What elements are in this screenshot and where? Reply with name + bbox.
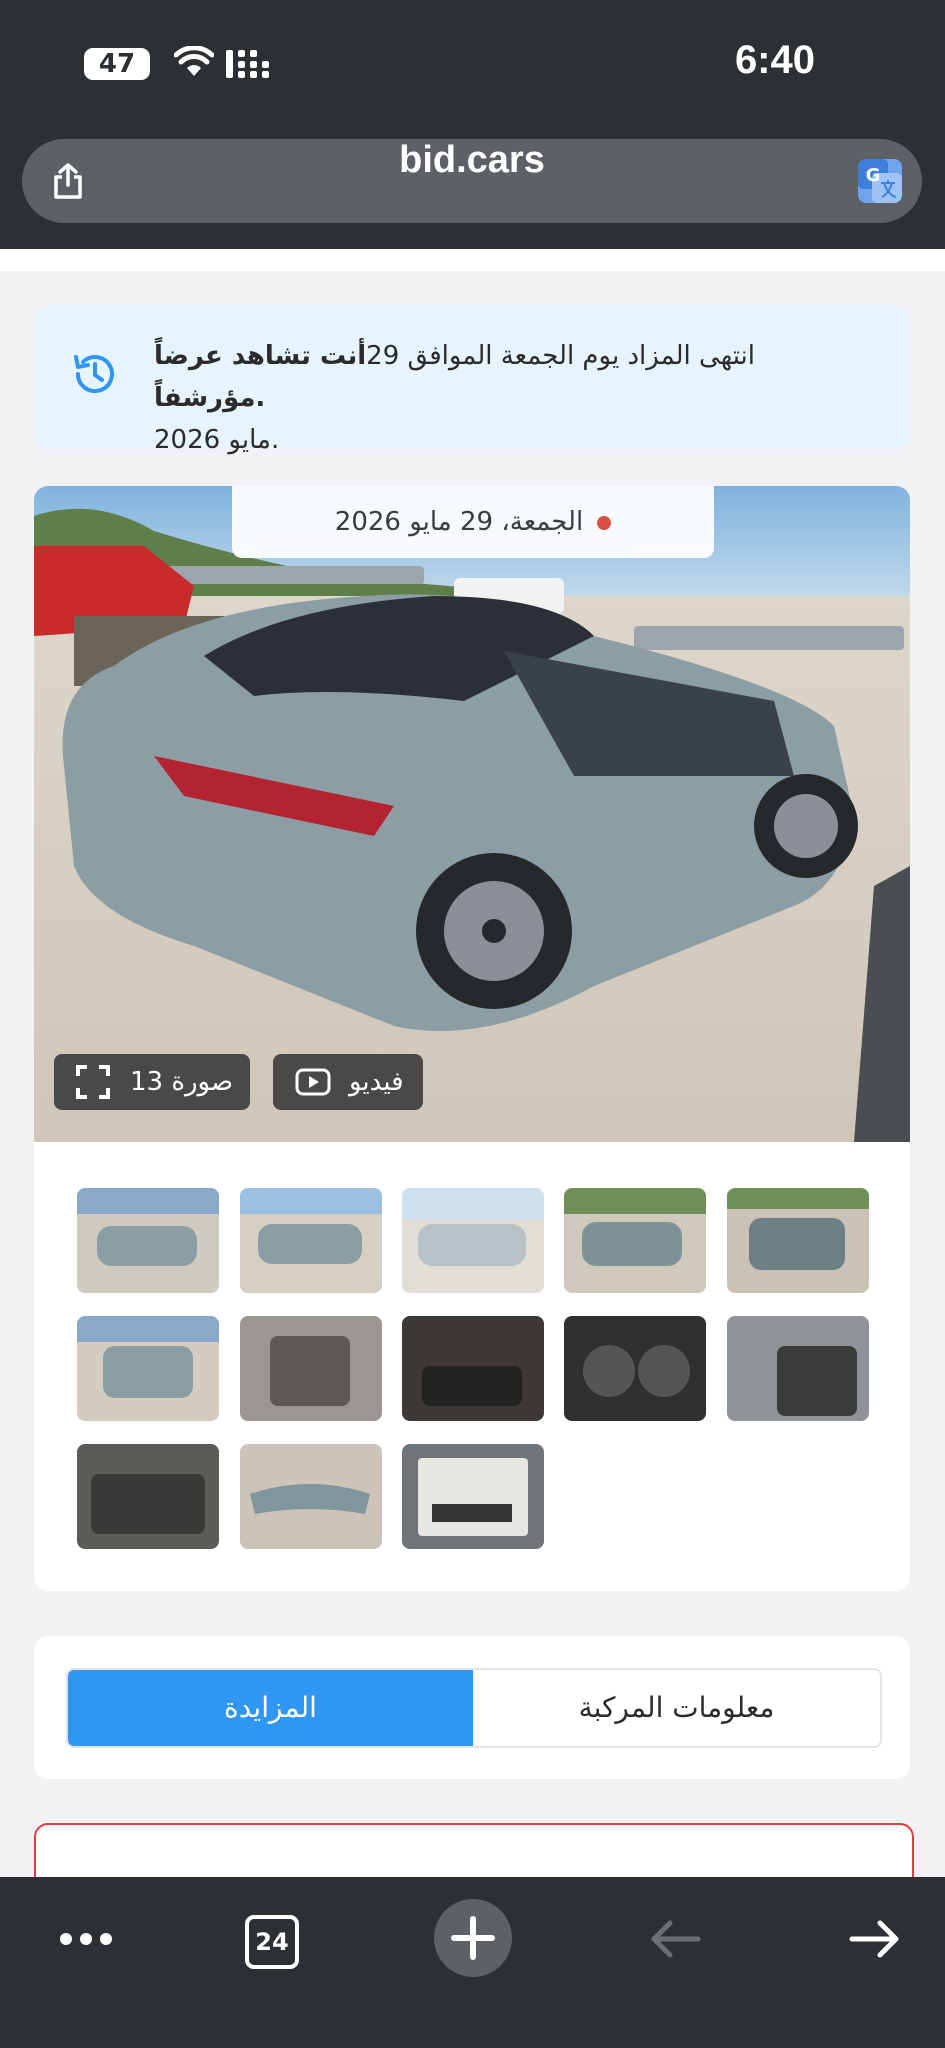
tab-auction[interactable]: المزايدة [68,1670,473,1746]
tab-vehicle-info[interactable]: معلومات المركبة [473,1670,880,1746]
thumbnail-image [103,1346,193,1398]
site-header-edge [0,249,945,271]
tabs-card: المزايدة معلومات المركبة [34,1636,910,1779]
play-icon [295,1068,331,1096]
photos-count-label: 13 صورة [130,1067,234,1097]
notice-text-part-2: مايو 2026. [154,425,280,455]
thumbnail-image [91,1474,205,1534]
thumbnail-image [270,1336,350,1406]
thumbnail-image [97,1226,197,1266]
photos-count-button[interactable]: 13 صورة [54,1054,250,1110]
svg-text:G: G [866,165,881,186]
fullscreen-icon [76,1065,110,1099]
thumbnail-image [250,1484,370,1514]
clock: 6:40 [734,38,815,82]
thumbnail[interactable] [727,1316,869,1421]
thumbnail[interactable] [564,1188,706,1293]
plus-icon [451,1916,495,1960]
thumbnail[interactable] [564,1316,706,1421]
thumbnail-image [418,1458,528,1536]
thumbnail[interactable] [402,1188,544,1293]
browser-header: bid.cars G [0,125,945,249]
wifi-icon [174,46,214,76]
video-button[interactable]: فيديو [273,1054,423,1110]
thumbnail-image [583,1345,690,1397]
thumbnail-image [582,1222,682,1266]
url-text: bid.cars [399,139,545,181]
thumbnail[interactable] [77,1316,219,1421]
video-label: فيديو [349,1067,404,1097]
auction-date-text: الجمعة، 29 مايو 2026 [334,507,584,537]
status-dot-icon [597,515,612,530]
main-vehicle-photo[interactable]: الجمعة، 29 مايو 2026 13 صورة فيديو [34,486,910,1142]
thumbnail[interactable] [77,1444,219,1549]
tabs-button[interactable]: 24 [245,1915,299,1969]
history-icon [74,355,114,394]
more-icon[interactable] [58,1923,114,1955]
thumbnail-image [258,1224,362,1264]
thumbnail[interactable] [77,1188,219,1293]
thumbnail[interactable] [727,1188,869,1293]
browser-toolbar: 24 [0,1877,945,2048]
translate-icon[interactable]: G [858,159,902,203]
thumbnail-image [749,1218,845,1270]
signal-icon [226,50,269,78]
address-bar[interactable]: bid.cars G [22,139,922,223]
notice-text-part-1: انتهى المزاد يوم الجمعة الموافق 29 [366,341,756,371]
thumbnail[interactable] [240,1444,382,1549]
notice-text-bold: أنت تشاهد عرضاً مؤرشفاً. [154,341,367,413]
thumbnail[interactable] [402,1444,544,1549]
tab-bar: المزايدة معلومات المركبة [66,1668,882,1748]
archived-auction-notice: انتهى المزاد يوم الجمعة الموافق 29أنت تش… [34,305,910,455]
thumbnail[interactable] [240,1188,382,1293]
photo-gallery: الجمعة، 29 مايو 2026 13 صورة فيديو [34,486,910,1591]
battery-indicator: 47 [84,48,150,80]
thumbnail-image [777,1346,857,1416]
auction-date-badge: الجمعة، 29 مايو 2026 [232,486,714,558]
notice-text: انتهى المزاد يوم الجمعة الموافق 29أنت تش… [154,335,874,461]
thumbnail[interactable] [240,1316,382,1421]
web-content: انتهى المزاد يوم الجمعة الموافق 29أنت تش… [0,249,945,1877]
thumbnail-image [418,1224,526,1266]
car-photo-image [34,486,910,1142]
back-arrow-icon[interactable] [648,1919,702,1959]
alert-box [34,1823,914,1877]
thumbnail-image [422,1366,522,1406]
thumbnail[interactable] [402,1316,544,1421]
new-tab-button[interactable] [434,1899,512,1977]
forward-arrow-icon[interactable] [848,1919,902,1959]
status-bar: 47 6:40 [0,0,945,125]
